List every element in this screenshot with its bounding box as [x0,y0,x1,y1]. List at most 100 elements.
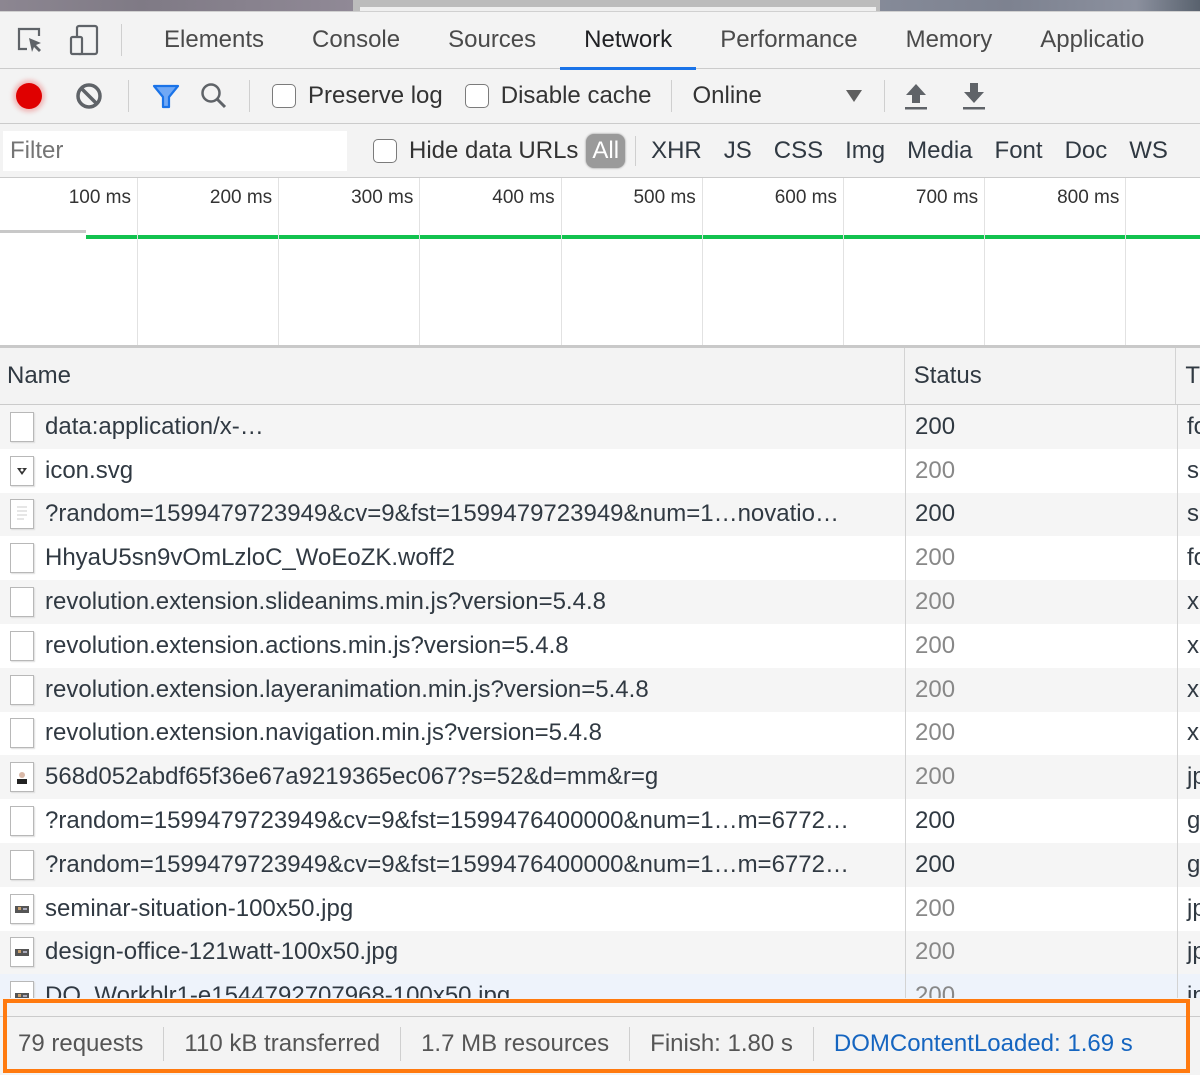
overview-gridline [278,178,280,345]
request-type-cell: x [1187,631,1199,659]
column-header-status[interactable]: Status [905,348,1177,404]
table-row[interactable]: revolution.extension.slideanims.min.js?v… [0,580,1200,624]
column-header-name[interactable]: Name [0,348,905,404]
dropdown-arrow-icon [846,90,863,102]
blank-file-icon [10,411,34,442]
record-icon[interactable] [16,83,42,109]
hide-data-urls-checkbox[interactable]: Hide data URLs [373,137,578,165]
request-name-cell[interactable]: icon.svg [0,448,906,493]
type-filter-doc[interactable]: Doc [1054,137,1119,165]
tab-console[interactable]: Console [288,11,424,69]
request-name-cell[interactable]: HhyaU5sn9vOmLzloC_WoEoZK.woff2 [0,536,906,581]
request-name-cell[interactable]: revolution.extension.navigation.min.js?v… [0,711,906,756]
request-name-cell[interactable]: revolution.extension.slideanims.min.js?v… [0,580,906,624]
table-row[interactable]: revolution.extension.actions.min.js?vers… [0,623,1200,668]
disable-cache-checkbox[interactable]: Disable cache [464,82,652,110]
overview-tick-label: 100 ms [68,187,131,208]
type-filter-all[interactable]: All [586,133,626,168]
tab-application[interactable]: Applicatio [1016,11,1168,69]
type-filter-css[interactable]: CSS [763,137,834,165]
network-toolbar: Preserve log Disable cache Online [0,69,1200,124]
checkbox-box[interactable] [272,84,296,108]
svg-thumbnail-icon [10,455,34,486]
request-name-cell[interactable]: revolution.extension.actions.min.js?vers… [0,623,906,668]
request-name-cell[interactable]: design-office-121watt-100x50.jpg [0,930,906,975]
image-thumbnail-icon [10,893,34,924]
table-row[interactable]: icon.svg 200 s [0,448,1200,493]
tab-network[interactable]: Network [560,11,697,70]
request-name-cell[interactable]: ?random=1599479723949&cv=9&fst=159947640… [0,799,906,843]
clear-icon[interactable] [72,79,106,113]
request-name: revolution.extension.slideanims.min.js?v… [45,588,606,616]
tab-elements[interactable]: Elements [140,11,288,69]
table-row[interactable]: DO_Workblr1-e1544792707968-100x50.jpg 200… [0,974,1200,998]
request-name: data:application/x-… [45,412,264,440]
request-type-cell: fo [1187,544,1200,572]
request-name: design-office-121watt-100x50.jpg [45,938,399,966]
request-type-cell: jp [1187,982,1200,998]
inspect-element-icon[interactable] [13,23,47,57]
overview-tick-label: 300 ms [351,187,414,208]
blank-file-icon [10,806,34,837]
request-name-cell[interactable]: revolution.extension.layeranimation.min.… [0,667,906,712]
request-type-cell: x [1187,719,1199,747]
filter-bar: Hide data URLs All XHR JS CSS Img Media … [0,124,1200,178]
request-name: ?random=1599479723949&cv=9&fst=159947640… [45,850,849,878]
table-row[interactable]: HhyaU5sn9vOmLzloC_WoEoZK.woff2 200 fo [0,536,1200,581]
network-overview-timeline[interactable]: 100 ms 200 ms 300 ms 400 ms 500 ms 600 ms 700 … [0,178,1200,348]
divider [671,80,673,112]
download-icon[interactable] [957,79,991,113]
search-icon[interactable] [197,79,231,113]
request-type-cell: x [1187,588,1199,616]
request-name: revolution.extension.layeranimation.min.… [45,675,649,703]
request-type-cell: s [1187,500,1199,528]
preserve-log-checkbox[interactable]: Preserve log [272,82,443,110]
table-row[interactable]: design-office-121watt-100x50.jpg 200 jp [0,930,1200,975]
preserve-log-label: Preserve log [308,82,443,109]
background-image-left [0,0,353,11]
tab-performance[interactable]: Performance [696,11,881,69]
table-row[interactable]: revolution.extension.layeranimation.min.… [0,667,1200,712]
type-filter-xhr[interactable]: XHR [640,137,713,165]
overview-waiting-bar [0,230,86,233]
table-row[interactable]: data:application/x-… 200 fo [0,405,1200,449]
type-filter-ws[interactable]: WS [1118,137,1179,165]
request-name-cell[interactable]: ?random=1599479723949&cv=9&fst=159947972… [0,492,906,537]
type-filter-js[interactable]: JS [713,137,763,165]
type-filter-font[interactable]: Font [984,137,1054,165]
request-status-cell: 200 [906,405,1178,449]
table-row[interactable]: 568d052abdf65f36e67a9219365ec067?s=52&d=… [0,755,1200,800]
overview-gridline [843,178,844,345]
request-name: revolution.extension.actions.min.js?vers… [45,631,569,659]
column-header-type[interactable]: T [1176,348,1200,404]
filter-input[interactable] [3,130,347,171]
tab-memory[interactable]: Memory [882,11,1017,69]
request-name-cell[interactable]: seminar-situation-100x50.jpg [0,886,906,931]
request-name-cell[interactable]: data:application/x-… [0,405,906,449]
devtools-tab-bar: Elements Console Sources Network Perform… [0,11,1200,70]
resources-size: 1.7 MB resources [421,1029,610,1057]
upload-icon[interactable] [899,79,933,113]
checkbox-box[interactable] [464,84,489,108]
table-row[interactable]: ?random=1599479723949&cv=9&fst=159947640… [0,842,1200,887]
request-status-cell: 200 [906,492,1178,537]
request-name-cell[interactable]: 568d052abdf65f36e67a9219365ec067?s=52&d=… [0,755,906,800]
throttling-select[interactable]: Online [692,82,863,110]
request-name-cell[interactable]: DO_Workblr1-e1544792707968-100x50.jpg [0,974,906,998]
type-filter-img[interactable]: Img [834,137,896,165]
table-row[interactable]: seminar-situation-100x50.jpg 200 jp [0,886,1200,931]
overview-tick-label: 200 ms [209,187,273,208]
device-toolbar-icon[interactable] [67,23,101,57]
request-status-cell: 200 [906,623,1178,668]
request-name: seminar-situation-100x50.jpg [45,894,354,922]
filter-icon[interactable] [149,79,183,113]
table-row[interactable]: revolution.extension.navigation.min.js?v… [0,711,1200,756]
tab-sources[interactable]: Sources [424,11,560,69]
checkbox-box[interactable] [373,138,397,163]
summary-bar: 79 requests 110 kB transferred 1.7 MB re… [0,998,1200,1075]
request-name-cell[interactable]: ?random=1599479723949&cv=9&fst=159947640… [0,842,906,887]
disable-cache-label: Disable cache [500,82,652,109]
type-filter-media[interactable]: Media [896,137,983,165]
table-row[interactable]: ?random=1599479723949&cv=9&fst=159947640… [0,799,1200,843]
table-row[interactable]: ?random=1599479723949&cv=9&fst=159947972… [0,492,1200,537]
